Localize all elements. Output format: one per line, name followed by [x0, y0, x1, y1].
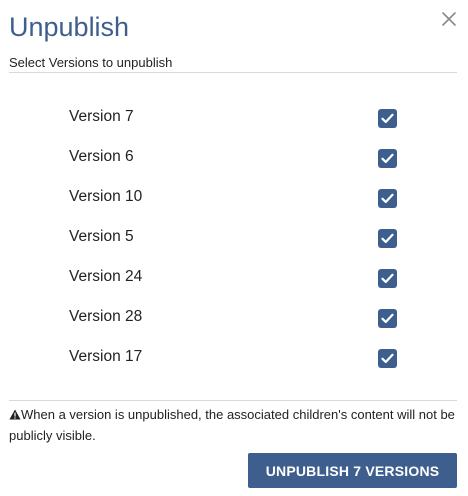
version-row: Version 7 [0, 98, 468, 138]
warning-icon [9, 409, 21, 420]
version-label: Version 7 [69, 108, 134, 125]
version-row: Version 5 [0, 218, 468, 258]
footer-divider [9, 400, 457, 401]
checkmark-icon [381, 273, 394, 284]
version-label: Version 10 [69, 188, 143, 205]
version-label: Version 24 [69, 268, 143, 285]
version-label: Version 6 [69, 148, 134, 165]
dialog-subtitle: Select Versions to unpublish [9, 55, 173, 70]
checkmark-icon [381, 353, 394, 364]
version-checkbox[interactable] [378, 349, 397, 368]
version-checkbox[interactable] [378, 229, 397, 248]
version-row: Version 28 [0, 298, 468, 338]
checkmark-icon [381, 193, 394, 204]
dialog-title: Unpublish [9, 12, 130, 42]
close-icon[interactable] [440, 10, 458, 28]
checkmark-icon [381, 313, 394, 324]
version-row: Version 24 [0, 258, 468, 298]
version-row: Version 6 [0, 138, 468, 178]
version-checkbox[interactable] [378, 309, 397, 328]
unpublish-dialog: Unpublish Select Versions to unpublish V… [0, 0, 468, 496]
version-checkbox[interactable] [378, 109, 397, 128]
version-label: Version 17 [69, 348, 143, 365]
warning-message: When a version is unpublished, the assoc… [9, 404, 459, 446]
version-checkbox[interactable] [378, 149, 397, 168]
warning-text: When a version is unpublished, the assoc… [9, 407, 455, 443]
header-divider [9, 72, 457, 73]
version-label: Version 28 [69, 308, 143, 325]
checkmark-icon [381, 113, 394, 124]
checkmark-icon [381, 153, 394, 164]
version-checkbox[interactable] [378, 189, 397, 208]
version-label: Version 5 [69, 228, 134, 245]
unpublish-versions-button[interactable]: UNPUBLISH 7 VERSIONS [248, 453, 457, 488]
version-checkbox[interactable] [378, 269, 397, 288]
checkmark-icon [381, 233, 394, 244]
version-row: Version 10 [0, 178, 468, 218]
version-row: Version 17 [0, 338, 468, 378]
version-list: Version 7 Version 6 Version 10 Version 5… [0, 98, 468, 378]
